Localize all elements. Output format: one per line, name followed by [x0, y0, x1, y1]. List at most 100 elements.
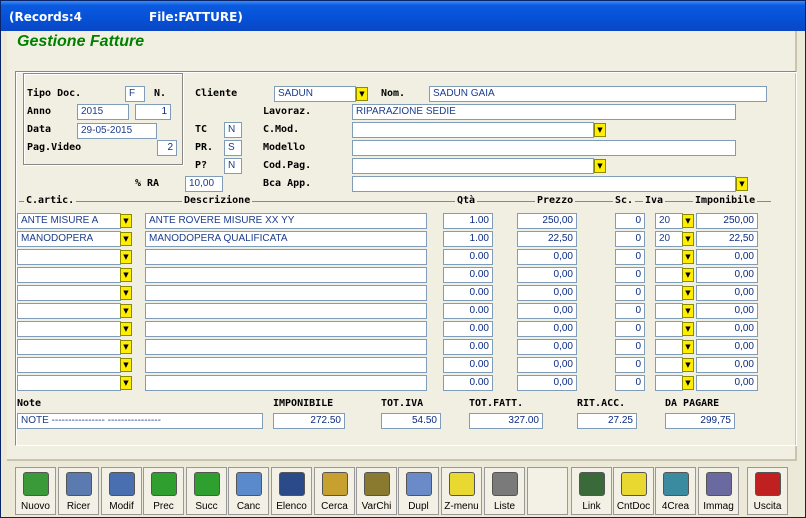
- iva-field[interactable]: [655, 357, 683, 373]
- iva-dropdown[interactable]: ▼: [682, 304, 694, 318]
- tipo-doc-field[interactable]: F: [125, 86, 145, 102]
- qty-field[interactable]: 0.00: [443, 303, 493, 319]
- pag-video-field[interactable]: 2: [157, 140, 177, 156]
- iva-dropdown[interactable]: ▼: [682, 214, 694, 228]
- cliente-field[interactable]: SADUN: [274, 86, 356, 102]
- p-field[interactable]: N: [224, 158, 242, 174]
- iva-field[interactable]: [655, 321, 683, 337]
- qty-field[interactable]: 1.00: [443, 213, 493, 229]
- nuovo-button[interactable]: Nuovo: [15, 467, 56, 515]
- iva-field[interactable]: [655, 285, 683, 301]
- codpag-dropdown[interactable]: ▼: [594, 159, 606, 173]
- uscita-button[interactable]: Uscita: [747, 467, 788, 515]
- article-code-field[interactable]: ANTE MISURE A: [17, 213, 121, 229]
- qty-field[interactable]: 0.00: [443, 375, 493, 391]
- price-field[interactable]: 0,00: [517, 285, 577, 301]
- article-code-dropdown[interactable]: ▼: [120, 214, 132, 228]
- iva-field[interactable]: 20: [655, 213, 683, 229]
- discount-field[interactable]: 0: [615, 213, 645, 229]
- article-code-dropdown[interactable]: ▼: [120, 376, 132, 390]
- varchi-button[interactable]: VarChi: [356, 467, 397, 515]
- article-code-field[interactable]: [17, 285, 121, 301]
- bca-dropdown[interactable]: ▼: [736, 177, 748, 191]
- article-code-field[interactable]: [17, 249, 121, 265]
- discount-field[interactable]: 0: [615, 321, 645, 337]
- pr-field[interactable]: S: [224, 140, 242, 156]
- description-field[interactable]: ANTE ROVERE MISURE XX YY: [145, 213, 427, 229]
- discount-field[interactable]: 0: [615, 375, 645, 391]
- prec-button[interactable]: Prec: [143, 467, 184, 515]
- price-field[interactable]: 0,00: [517, 303, 577, 319]
- price-field[interactable]: 0,00: [517, 267, 577, 283]
- cmod-dropdown[interactable]: ▼: [594, 123, 606, 137]
- article-code-field[interactable]: [17, 375, 121, 391]
- liste-button[interactable]: Liste: [484, 467, 525, 515]
- discount-field[interactable]: 0: [615, 357, 645, 373]
- qty-field[interactable]: 1.00: [443, 231, 493, 247]
- discount-field[interactable]: 0: [615, 249, 645, 265]
- price-field[interactable]: 0,00: [517, 249, 577, 265]
- note-field[interactable]: NOTE ---------------- ----------------: [17, 413, 263, 429]
- zmenu-button[interactable]: Z-menu: [441, 467, 482, 515]
- tc-field[interactable]: N: [224, 122, 242, 138]
- immag-button[interactable]: Immag: [698, 467, 739, 515]
- ra-field[interactable]: 10,00: [185, 176, 223, 192]
- ricer-button[interactable]: Ricer: [58, 467, 99, 515]
- dupl-button[interactable]: Dupl: [398, 467, 439, 515]
- 4crea-button[interactable]: 4Crea: [655, 467, 696, 515]
- article-code-field[interactable]: MANODOPERA: [17, 231, 121, 247]
- iva-field[interactable]: [655, 303, 683, 319]
- cmod-field[interactable]: [352, 122, 594, 138]
- article-code-dropdown[interactable]: ▼: [120, 250, 132, 264]
- anno-field[interactable]: 2015: [77, 104, 129, 120]
- link-button[interactable]: Link: [571, 467, 612, 515]
- price-field[interactable]: 0,00: [517, 357, 577, 373]
- iva-dropdown[interactable]: ▼: [682, 358, 694, 372]
- discount-field[interactable]: 0: [615, 267, 645, 283]
- price-field[interactable]: 0,00: [517, 321, 577, 337]
- qty-field[interactable]: 0.00: [443, 285, 493, 301]
- date-field[interactable]: 29-05-2015: [77, 123, 157, 139]
- qty-field[interactable]: 0.00: [443, 357, 493, 373]
- description-field[interactable]: [145, 375, 427, 391]
- qty-field[interactable]: 0.00: [443, 267, 493, 283]
- discount-field[interactable]: 0: [615, 231, 645, 247]
- qty-field[interactable]: 0.00: [443, 321, 493, 337]
- cntdoc-button[interactable]: CntDoc: [613, 467, 654, 515]
- nom-field[interactable]: SADUN GAIA: [429, 86, 767, 102]
- article-code-dropdown[interactable]: ▼: [120, 268, 132, 282]
- price-field[interactable]: 250,00: [517, 213, 577, 229]
- modello-field[interactable]: [352, 140, 736, 156]
- iva-field[interactable]: 20: [655, 231, 683, 247]
- qty-field[interactable]: 0.00: [443, 339, 493, 355]
- modif-button[interactable]: Modif: [101, 467, 142, 515]
- bca-field[interactable]: [352, 176, 736, 192]
- doc-number-field[interactable]: 1: [135, 104, 171, 120]
- iva-field[interactable]: [655, 375, 683, 391]
- article-code-field[interactable]: [17, 267, 121, 283]
- description-field[interactable]: MANODOPERA QUALIFICATA: [145, 231, 427, 247]
- article-code-field[interactable]: [17, 339, 121, 355]
- price-field[interactable]: 22,50: [517, 231, 577, 247]
- elenco-button[interactable]: Elenco: [271, 467, 312, 515]
- lavoraz-field[interactable]: RIPARAZIONE SEDIE: [352, 104, 736, 120]
- discount-field[interactable]: 0: [615, 285, 645, 301]
- qty-field[interactable]: 0.00: [443, 249, 493, 265]
- cerca-button[interactable]: Cerca: [314, 467, 355, 515]
- price-field[interactable]: 0,00: [517, 339, 577, 355]
- article-code-field[interactable]: [17, 303, 121, 319]
- article-code-dropdown[interactable]: ▼: [120, 358, 132, 372]
- description-field[interactable]: [145, 267, 427, 283]
- discount-field[interactable]: 0: [615, 339, 645, 355]
- description-field[interactable]: [145, 339, 427, 355]
- iva-dropdown[interactable]: ▼: [682, 232, 694, 246]
- article-code-field[interactable]: [17, 357, 121, 373]
- article-code-dropdown[interactable]: ▼: [120, 340, 132, 354]
- description-field[interactable]: [145, 357, 427, 373]
- cliente-dropdown[interactable]: ▼: [356, 87, 368, 101]
- article-code-field[interactable]: [17, 321, 121, 337]
- iva-field[interactable]: [655, 339, 683, 355]
- description-field[interactable]: [145, 285, 427, 301]
- iva-field[interactable]: [655, 249, 683, 265]
- price-field[interactable]: 0,00: [517, 375, 577, 391]
